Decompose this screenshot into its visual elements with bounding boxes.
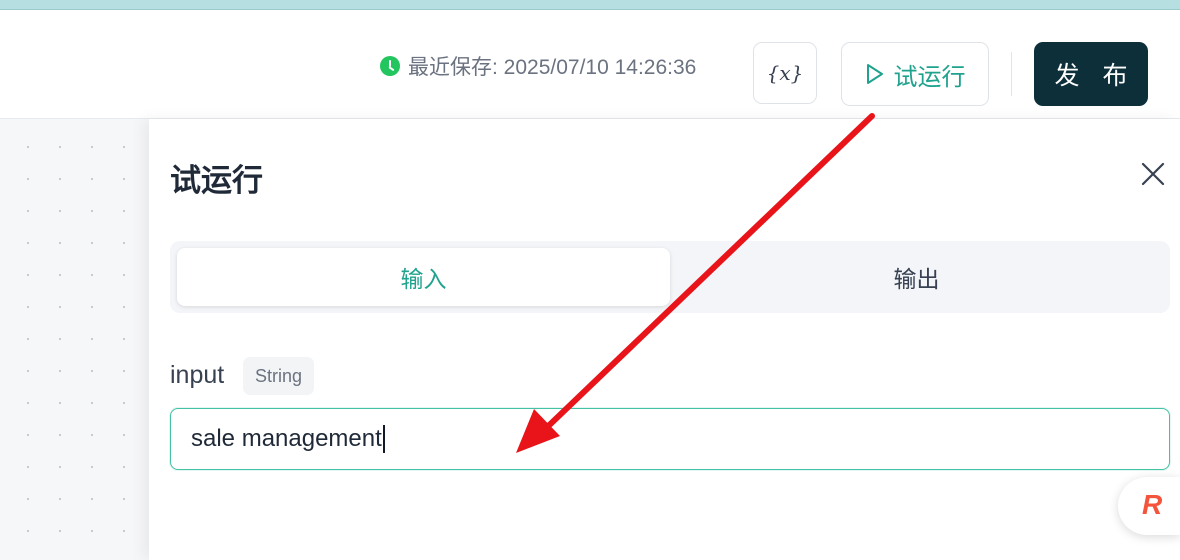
save-status-text: 最近保存: 2025/07/10 14:26:36 <box>408 56 697 79</box>
toolbar-divider <box>1011 52 1012 96</box>
clock-icon <box>380 56 400 76</box>
panel-title: 试运行 <box>170 163 263 198</box>
field-label: input <box>170 361 225 389</box>
publish-button[interactable]: 发 布 <box>1034 42 1148 106</box>
floating-assistant-button[interactable]: R <box>1118 477 1180 535</box>
variables-icon: {x} <box>766 61 804 85</box>
header-toolbar: 最近保存: 2025/07/10 14:26:36 {x} 试运行 发 布 <box>0 10 1180 119</box>
input-field[interactable]: sale management <box>170 408 1170 470</box>
play-icon <box>866 64 883 84</box>
save-status: 最近保存: 2025/07/10 14:26:36 <box>380 54 697 79</box>
publish-label: 发 布 <box>1054 62 1136 90</box>
tab-output-label: 输出 <box>893 266 940 292</box>
test-run-label: 试运行 <box>893 63 966 91</box>
tab-input-label: 输入 <box>400 266 447 292</box>
variables-button[interactable]: {x} <box>753 42 817 104</box>
tab-output[interactable]: 输出 <box>670 248 1163 306</box>
tab-input[interactable]: 输入 <box>177 248 670 306</box>
io-tabs: 输入 输出 <box>170 241 1170 313</box>
workflow-canvas[interactable] <box>0 119 149 560</box>
input-value: sale management <box>191 425 382 452</box>
top-strip <box>0 0 1180 10</box>
text-cursor <box>382 425 385 453</box>
test-run-button[interactable]: 试运行 <box>841 42 989 106</box>
close-icon[interactable] <box>1140 161 1166 187</box>
test-run-panel: 试运行 输入 输出 input String sale management <box>149 119 1180 560</box>
type-badge: String <box>243 357 315 395</box>
brand-logo-icon: R <box>1142 489 1163 520</box>
